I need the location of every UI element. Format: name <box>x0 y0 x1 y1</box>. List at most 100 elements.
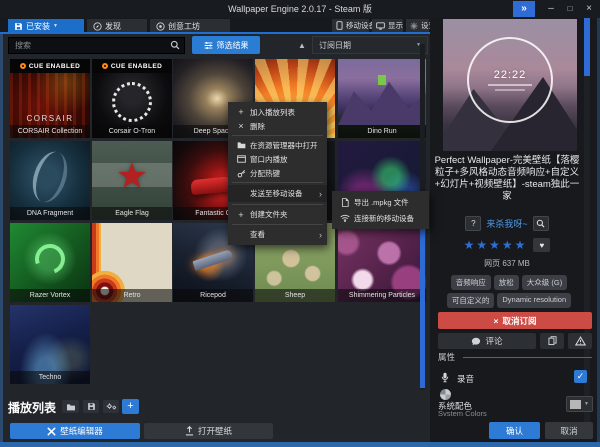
star-art: ★ <box>116 158 148 194</box>
gear-icon <box>410 22 418 30</box>
wallpaper-tile-razer-vortex[interactable]: Razer Vortex <box>10 223 90 302</box>
tag[interactable]: 大众级 (G) <box>522 275 567 290</box>
confirm-button[interactable]: 确认 <box>489 422 540 439</box>
tag[interactable]: 可自定义的 <box>447 293 495 308</box>
tile-label: Techno <box>10 371 90 384</box>
system-color-sub-label: System Colors <box>438 409 528 416</box>
wallpaper-tile-shimmering-particles[interactable]: Shimmering Particles <box>338 223 426 302</box>
caret-down-icon: ▼ <box>584 401 589 407</box>
filter-icon <box>204 41 213 50</box>
floppy-icon <box>14 22 23 31</box>
tab-underline <box>0 32 430 34</box>
tag[interactable]: 放松 <box>494 275 519 290</box>
menu-item-add-to-playlist[interactable]: + 加入播放列表 <box>228 105 327 119</box>
sort-dropdown-value: 订阅日期 <box>319 40 351 51</box>
collapse-button[interactable]: ▲ <box>294 39 310 52</box>
close-button[interactable]: × <box>581 1 597 17</box>
expand-panel-button[interactable]: » <box>513 1 535 17</box>
display-button[interactable]: 显示 <box>372 19 403 32</box>
copy-button[interactable] <box>540 333 564 349</box>
window-icon <box>235 155 247 163</box>
icue-enabled-banner: CUE ENABLED <box>10 59 90 73</box>
tab-installed[interactable]: 已安装 ▼ <box>8 19 84 33</box>
playlist-settings-button[interactable] <box>103 400 119 413</box>
search-input[interactable] <box>8 37 185 54</box>
maximize-button[interactable]: □ <box>562 1 578 17</box>
tile-label: Sheep <box>255 289 335 302</box>
sort-dropdown[interactable]: 订阅日期 ▼ <box>312 36 428 54</box>
icue-logo-icon <box>20 63 26 69</box>
playlist-add-button[interactable]: + <box>122 399 139 414</box>
menu-item-view[interactable]: 查看 › <box>228 227 327 242</box>
menu-separator <box>232 204 323 205</box>
wallpaper-tile-dna-fragment[interactable]: DNA Fragment <box>10 141 90 220</box>
tile-label: Eagle Flag <box>92 207 172 220</box>
submenu-item-export-mpkg[interactable]: 导出 .mpkg 文件 <box>332 194 429 210</box>
tile-label: CORSAIR Collection <box>10 125 90 138</box>
spaceship-art <box>192 249 233 271</box>
rating-stars[interactable]: ★★★★★ <box>464 238 528 252</box>
search-author-button[interactable] <box>533 216 549 231</box>
tools-icon <box>47 427 56 436</box>
floppy-icon <box>87 402 96 411</box>
palette-icon <box>440 389 451 400</box>
corsair-art-text: CORSAIR <box>10 114 90 123</box>
comment-button[interactable]: 评论 <box>438 333 536 349</box>
check-icon: ✓ <box>577 371 585 381</box>
tab-installed-label: 已安装 <box>26 21 50 32</box>
menu-item-send-to-mobile[interactable]: 发送至移动设备 › <box>228 185 327 202</box>
chevron-right-icon: › <box>319 189 322 199</box>
report-button[interactable] <box>568 333 592 349</box>
wallpaper-tile-corsair-collection[interactable]: CUE ENABLED CORSAIR CORSAIR Collection <box>10 59 90 138</box>
color-swatch <box>570 400 581 409</box>
o-tron-ring-art <box>112 82 152 122</box>
plus-icon: + <box>235 210 247 220</box>
menu-separator <box>232 182 323 183</box>
wallpaper-tile-retro[interactable]: Retro <box>92 223 172 302</box>
dino-art <box>378 75 386 85</box>
color-picker-dropdown[interactable]: ▼ <box>566 396 593 412</box>
folder-icon <box>66 403 76 411</box>
mic-checkbox[interactable]: ✓ <box>574 370 587 383</box>
filter-results-button[interactable]: 筛选结果 <box>192 36 260 54</box>
grid-scrollbar-thumb[interactable] <box>420 202 425 388</box>
menu-item-delete[interactable]: × 删除 <box>228 119 327 133</box>
copy-icon <box>548 336 557 346</box>
wallpaper-editor-button[interactable]: 壁纸编辑器 <box>10 423 140 439</box>
tab-workshop[interactable]: 创意工坊 <box>150 19 230 33</box>
submenu-item-connect-new-mobile[interactable]: 连接新的移动设备 <box>332 210 429 226</box>
menu-item-open-in-explorer[interactable]: 在资源管理器中打开 <box>228 138 327 152</box>
author-link[interactable]: 来杀我呀~ <box>486 217 527 230</box>
playlist-open-folder-button[interactable] <box>62 400 79 413</box>
playlist-save-button[interactable] <box>83 400 99 413</box>
panel-scrollbar-thumb[interactable] <box>584 18 590 76</box>
menu-item-assign-hotkey[interactable]: 分配热键 <box>228 166 327 180</box>
tab-discover[interactable]: 发现 <box>87 19 147 33</box>
cancel-button[interactable]: 取消 <box>545 422 593 439</box>
search-icon <box>170 40 180 50</box>
menu-item-create-folder[interactable]: + 创建文件夹 <box>228 207 327 222</box>
wallpaper-tile-techno[interactable]: Techno <box>10 305 90 384</box>
filter-results-label: 筛选结果 <box>217 40 249 51</box>
tag[interactable]: 音频响应 <box>451 275 491 290</box>
send-to-mobile-submenu: 导出 .mpkg 文件 连接新的移动设备 <box>332 191 429 229</box>
compass-icon <box>93 22 102 31</box>
menu-item-play-in-window[interactable]: 窗口内播放 <box>228 152 327 166</box>
open-wallpaper-button[interactable]: 打开壁纸 <box>144 423 273 439</box>
tag[interactable]: Dynamic resolution <box>497 293 571 308</box>
minimize-button[interactable]: – <box>543 1 559 17</box>
caret-down-icon: ▼ <box>53 23 58 29</box>
author-row: ? 来杀我呀~ <box>432 216 582 231</box>
context-menu: + 加入播放列表 × 删除 在资源管理器中打开 窗口内播放 分配热键 发送至移动… <box>228 102 327 245</box>
wallpaper-preview[interactable]: 22:22 <box>443 19 577 151</box>
mobile-devices-button[interactable]: 移动设备 <box>332 19 369 32</box>
unsubscribe-button[interactable]: × 取消订阅 <box>438 312 592 329</box>
tag-list: 音频响应 放松 大众级 (G) 可自定义的 Dynamic resolution <box>434 275 584 308</box>
heart-icon: ♥ <box>540 241 545 250</box>
settings-button[interactable]: 设置 <box>406 19 429 32</box>
wallpaper-tile-eagle-flag[interactable]: ★ Eagle Flag <box>92 141 172 220</box>
wallpaper-tile-dino-run[interactable]: Dino Run <box>338 59 426 138</box>
wallpaper-tile-corsair-o-tron[interactable]: CUE ENABLED Corsair O-Tron <box>92 59 172 138</box>
help-button[interactable]: ? <box>465 216 481 231</box>
favorite-button[interactable]: ♥ <box>533 238 550 252</box>
